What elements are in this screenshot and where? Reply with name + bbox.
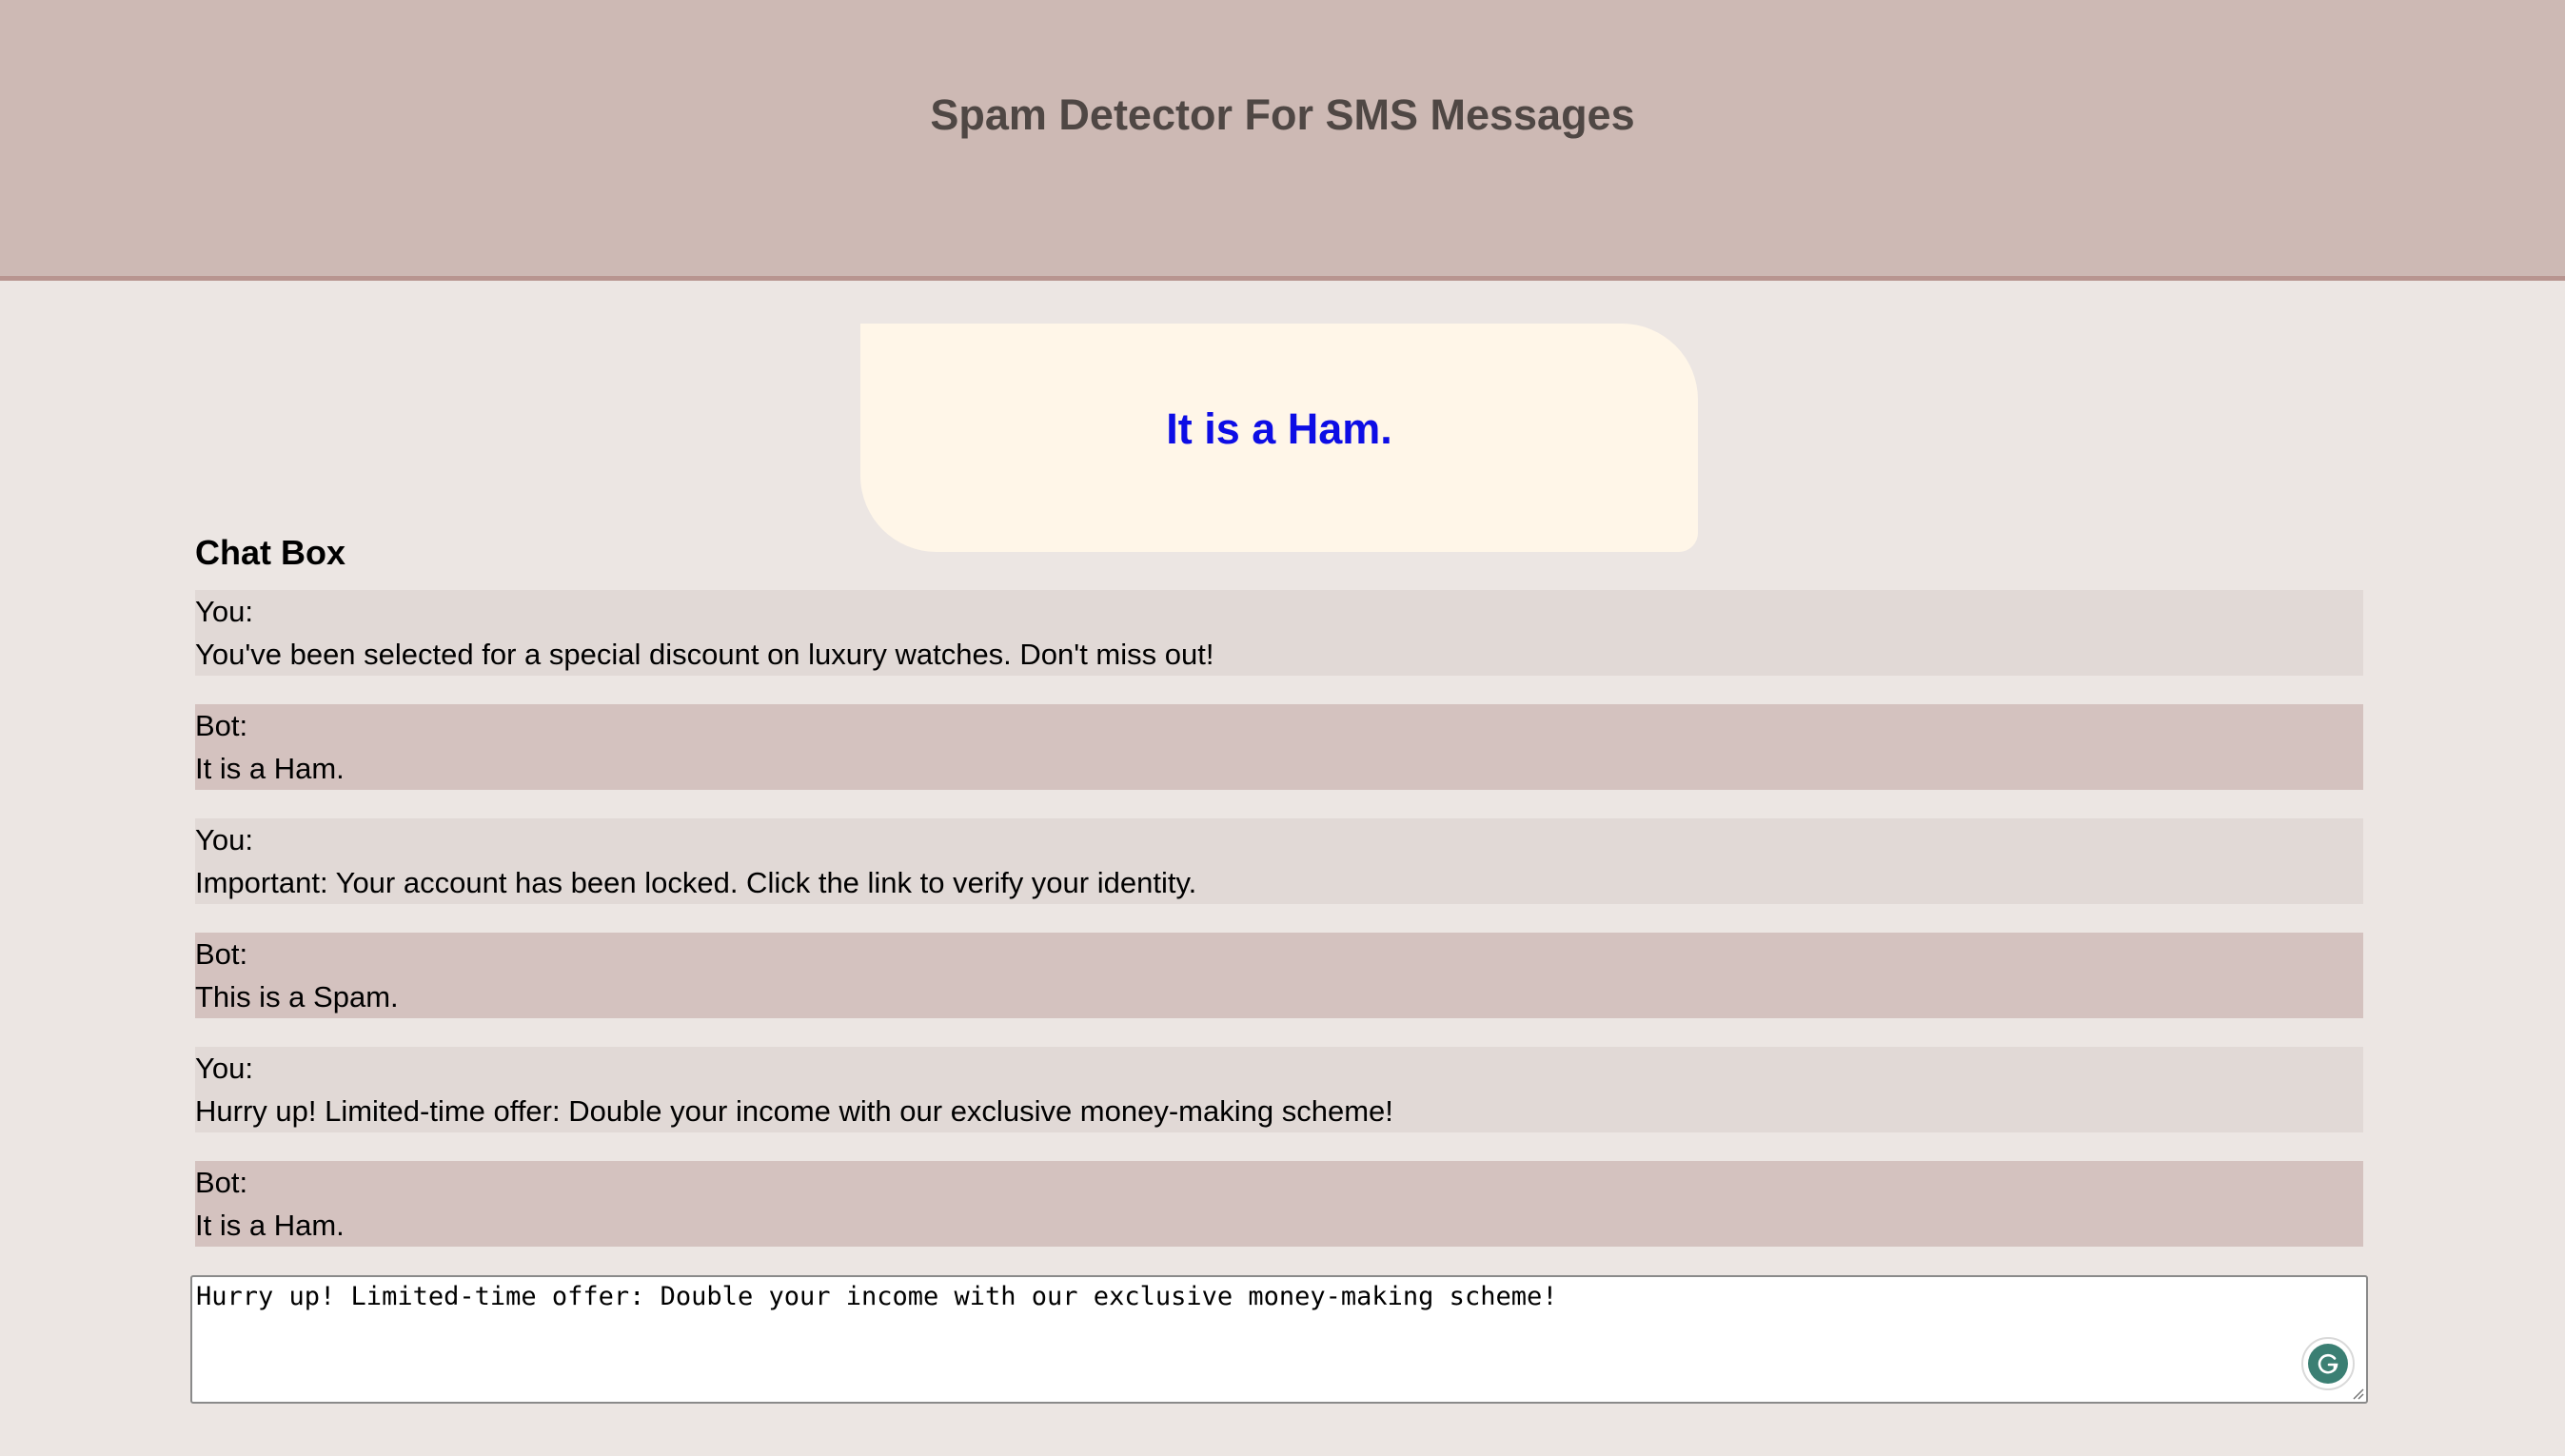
result-card: It is a Ham.	[860, 324, 1698, 552]
message-sender: You:	[195, 595, 253, 628]
chat-message-list: You: You've been selected for a special …	[195, 590, 2363, 1275]
chat-message-bot: Bot: It is a Ham.	[195, 1161, 2363, 1247]
message-text: Important: Your account has been locked.…	[195, 866, 1197, 899]
chat-box-title: Chat Box	[195, 533, 346, 572]
message-text: Hurry up! Limited-time offer: Double you…	[195, 1094, 1393, 1128]
resize-handle-icon[interactable]	[2351, 1387, 2364, 1400]
chat-message-user: You: Hurry up! Limited-time offer: Doubl…	[195, 1047, 2363, 1132]
message-input-container: Hurry up! Limited-time offer: Double you…	[190, 1275, 2368, 1404]
message-text: It is a Ham.	[195, 1209, 345, 1242]
chat-message-bot: Bot: This is a Spam.	[195, 933, 2363, 1018]
message-sender: You:	[195, 1052, 253, 1085]
message-sender: Bot:	[195, 937, 248, 971]
chat-message-bot: Bot: It is a Ham.	[195, 704, 2363, 790]
message-sender: You:	[195, 823, 253, 856]
grammarly-icon[interactable]	[2301, 1337, 2355, 1390]
message-sender: Bot:	[195, 1166, 248, 1199]
message-text: This is a Spam.	[195, 980, 399, 1013]
chat-message-user: You: Important: Your account has been lo…	[195, 818, 2363, 904]
grammarly-logo	[2308, 1344, 2348, 1384]
page-title: Spam Detector For SMS Messages	[930, 90, 1635, 139]
prediction-result: It is a Ham.	[1166, 404, 1392, 453]
message-text: It is a Ham.	[195, 752, 345, 785]
message-sender: Bot:	[195, 709, 248, 742]
chat-message-user: You: You've been selected for a special …	[195, 590, 2363, 676]
app-header: Spam Detector For SMS Messages	[0, 0, 2565, 281]
message-input[interactable]: Hurry up! Limited-time offer: Double you…	[192, 1277, 2366, 1402]
message-text: You've been selected for a special disco…	[195, 638, 1214, 671]
